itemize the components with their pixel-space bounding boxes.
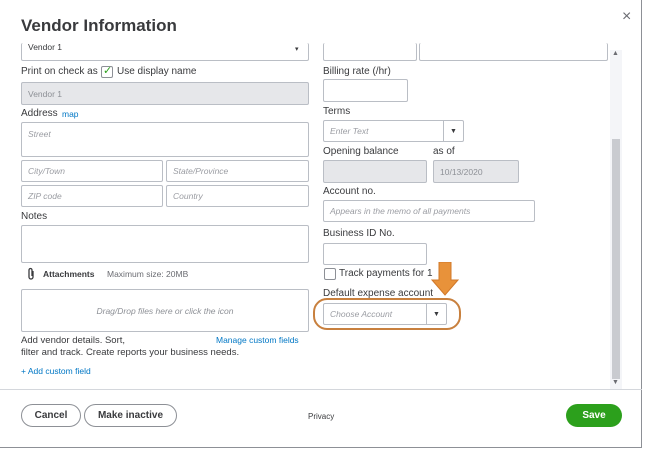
checkmark-icon: ✓ [103,65,113,77]
annotation-highlight-ring [313,298,461,330]
track-payments-checkbox[interactable] [324,268,336,280]
account-no-label: Account no. [323,186,376,197]
map-link[interactable]: map [62,109,79,119]
address-label: Address [21,108,58,119]
city-placeholder: City/Town [28,166,66,176]
scroll-down-icon[interactable]: ▼ [612,379,619,386]
street-placeholder: Street [28,129,51,139]
add-custom-field-link[interactable]: + Add custom field [21,366,91,376]
print-on-check-label: Print on check as [21,66,98,77]
terms-label: Terms [323,106,351,117]
as-of-date-field[interactable]: 10/13/2020 [433,160,519,183]
account-no-field[interactable]: Appears in the memo of all payments [323,200,535,222]
custom-fields-text-2: filter and track. Create reports your bu… [21,347,240,358]
street-field[interactable]: Street [21,122,309,157]
opening-balance-label: Opening balance [323,146,399,157]
close-icon[interactable]: × [622,8,631,26]
dropzone-text: Drag/Drop files here or click the icon [96,305,234,316]
use-display-name-label: Use display name [117,66,197,77]
state-placeholder: State/Province [173,166,229,176]
right-partial-field-2[interactable] [419,43,608,61]
vendor-select-arrow-icon[interactable]: ▾ [295,45,299,53]
billing-rate-label: Billing rate (/hr) [323,66,391,77]
billing-rate-field[interactable] [323,79,408,102]
use-display-name-checkbox[interactable]: ✓ [101,65,113,78]
print-name-value: Vendor 1 [28,88,63,99]
cancel-button[interactable]: Cancel [21,404,81,427]
make-inactive-button[interactable]: Make inactive [84,404,177,427]
terms-placeholder: Enter Text [330,126,369,136]
opening-balance-field[interactable] [323,160,427,183]
notes-field[interactable] [21,225,309,263]
as-of-date-value: 10/13/2020 [440,166,483,177]
vendor-select-partial[interactable]: Vendor 1 [21,41,309,61]
business-id-field[interactable] [323,243,427,265]
paperclip-icon[interactable] [26,267,36,286]
max-size-label: Maximum size: 20MB [107,269,189,279]
custom-fields-text-1: Add vendor details. Sort, [21,335,126,346]
scroll-up-icon[interactable]: ▲ [612,50,619,57]
track-payments-label: Track payments for 1 [339,268,433,279]
city-field[interactable]: City/Town [21,160,163,182]
country-placeholder: Country [173,191,203,201]
terms-dropdown-arrow-icon[interactable]: ▼ [443,121,463,141]
account-no-placeholder: Appears in the memo of all payments [330,206,471,216]
business-id-label: Business ID No. [323,228,395,239]
footer-divider [0,389,642,390]
attachments-label: Attachments [43,269,95,279]
save-button[interactable]: Save [566,404,622,427]
right-partial-field-1[interactable] [323,43,417,61]
zip-placeholder: ZIP code [28,191,62,201]
attachment-dropzone[interactable]: Drag/Drop files here or click the icon [21,289,309,332]
annotation-down-arrow-icon [430,261,460,301]
zip-field[interactable]: ZIP code [21,185,163,207]
dialog-title: Vendor Information [21,16,177,35]
state-field[interactable]: State/Province [166,160,309,182]
notes-label: Notes [21,211,48,222]
vendor-select-value: Vendor 1 [28,41,63,52]
print-name-field[interactable]: Vendor 1 [21,82,309,105]
country-field[interactable]: Country [166,185,309,207]
as-of-label: as of [433,146,455,157]
manage-custom-fields-link[interactable]: Manage custom fields [216,335,299,345]
privacy-link[interactable]: Privacy [308,412,334,421]
scrollbar-thumb[interactable] [612,139,620,379]
